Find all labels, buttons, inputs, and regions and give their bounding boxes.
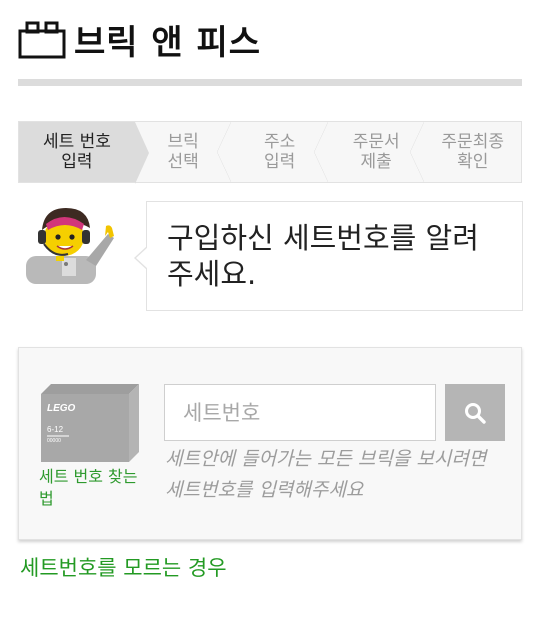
set-box-age: 6-12	[47, 425, 64, 434]
lego-minifigure-icon	[26, 208, 114, 284]
site-title: 브릭 앤 피스	[74, 22, 262, 63]
step-final-confirm[interactable]: 주문최종 확인	[424, 122, 521, 182]
step-brick-select[interactable]: 브릭 선택	[135, 122, 232, 182]
set-box-logo: LEGO	[47, 403, 76, 414]
set-number-panel: LEGO 6-12 00000 세트 번호 찾는 법 세트안에 들어가는 모든 …	[18, 347, 522, 540]
unknown-set-number-link[interactable]: 세트번호를 모르는 경우	[20, 552, 227, 582]
lego-set-box-icon: LEGO 6-12 00000	[41, 384, 139, 462]
find-set-number-link[interactable]: 세트 번호 찾는 법	[39, 466, 139, 510]
step-order-submit[interactable]: 주문서 제출	[328, 122, 425, 182]
set-number-input[interactable]	[164, 384, 436, 441]
search-icon	[465, 402, 486, 424]
set-box-number: 00000	[47, 438, 61, 444]
order-steps: 세트 번호 입력 브릭 선택 주소 입력 주문서 제출 주문최종 확인	[18, 121, 522, 184]
search-button[interactable]	[445, 384, 505, 441]
step-address[interactable]: 주소 입력	[231, 122, 328, 182]
site-header: 브릭 앤 피스	[18, 18, 522, 63]
brick-icon	[18, 21, 66, 59]
assistant-message: 구입하신 세트번호를 알려 주세요.	[134, 201, 523, 311]
step-set-number[interactable]: 세트 번호 입력	[19, 122, 149, 184]
header-divider	[18, 79, 522, 86]
search-hint: 세트안에 들어가는 모든 브릭을 보시려면 세트번호를 입력해주세요	[165, 448, 487, 501]
